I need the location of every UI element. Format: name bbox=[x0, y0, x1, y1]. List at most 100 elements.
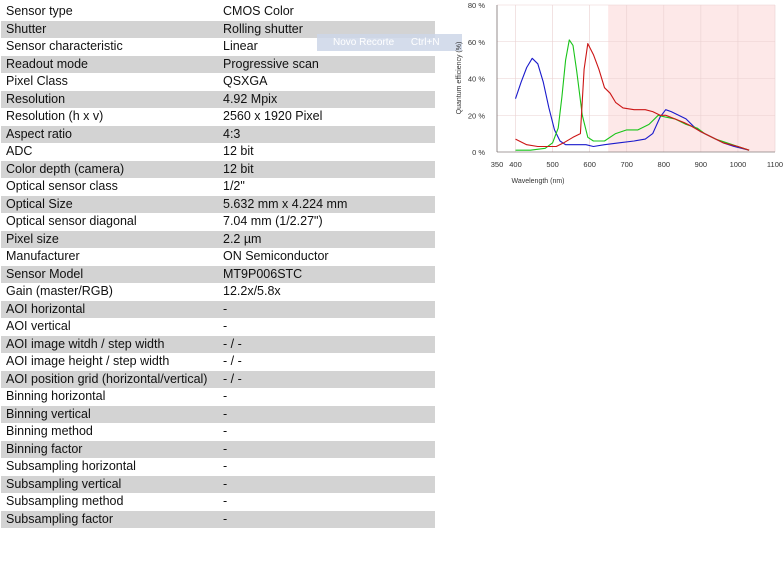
spec-row: AOI horizontal - bbox=[1, 300, 435, 318]
spec-label: Shutter bbox=[1, 20, 218, 38]
spec-label: Binning method bbox=[1, 423, 218, 441]
x-tick-label: 900 bbox=[695, 160, 708, 169]
new-snip-label: Novo Recorte bbox=[333, 37, 395, 48]
spec-value: - bbox=[218, 388, 435, 406]
spec-label: ADC bbox=[1, 143, 218, 161]
x-tick-label: 1100 bbox=[767, 160, 783, 169]
spec-label: Pixel size bbox=[1, 230, 218, 248]
spec-label: Sensor Model bbox=[1, 265, 218, 283]
spec-row: Readout mode Progressive scan bbox=[1, 55, 435, 73]
y-tick-label: 40 % bbox=[468, 75, 485, 84]
spec-row: Manufacturer ON Semiconductor bbox=[1, 248, 435, 266]
spec-label: Optical Size bbox=[1, 195, 218, 213]
y-tick-label: 0 % bbox=[472, 148, 485, 157]
spec-row: Sensor type CMOS Color bbox=[1, 3, 435, 21]
spec-label: Subsampling method bbox=[1, 493, 218, 511]
sensor-spec-table: Sensor type CMOS Color Shutter Rolling shut… bbox=[1, 3, 435, 528]
spec-label: Binning horizontal bbox=[1, 388, 218, 406]
spec-label: AOI image height / step width bbox=[1, 353, 218, 371]
spec-label: Subsampling horizontal bbox=[1, 458, 218, 476]
spec-value: 4.92 Mpix bbox=[218, 90, 435, 108]
spec-value: CMOS Color bbox=[218, 3, 435, 21]
spec-row: Pixel size 2.2 µm bbox=[1, 230, 435, 248]
spec-label: Optical sensor diagonal bbox=[1, 213, 218, 231]
spec-value: 12 bit bbox=[218, 143, 435, 161]
x-tick-label: 700 bbox=[620, 160, 633, 169]
spec-label: Aspect ratio bbox=[1, 125, 218, 143]
x-tick-label: 600 bbox=[583, 160, 596, 169]
spec-row: ADC 12 bit bbox=[1, 143, 435, 161]
spec-value: - bbox=[218, 300, 435, 318]
spec-label: AOI vertical bbox=[1, 318, 218, 336]
spec-label: Sensor type bbox=[1, 3, 218, 21]
spec-value: - bbox=[218, 405, 435, 423]
spec-label: Sensor characteristic bbox=[1, 38, 218, 56]
spec-row: Aspect ratio 4:3 bbox=[1, 125, 435, 143]
spec-label: Subsampling vertical bbox=[1, 475, 218, 493]
spec-row: Binning method - bbox=[1, 423, 435, 441]
spec-row: Binning factor - bbox=[1, 440, 435, 458]
spec-value: QSXGA bbox=[218, 73, 435, 91]
spec-row: Optical Size 5.632 mm x 4.224 mm bbox=[1, 195, 435, 213]
spec-label: AOI horizontal bbox=[1, 300, 218, 318]
spec-value: - bbox=[218, 458, 435, 476]
y-tick-label: 20 % bbox=[468, 111, 485, 120]
x-tick-label: 500 bbox=[546, 160, 559, 169]
x-tick-label: 1000 bbox=[730, 160, 747, 169]
spec-value: - bbox=[218, 423, 435, 441]
spec-label: Resolution bbox=[1, 90, 218, 108]
y-tick-label: 60 % bbox=[468, 38, 485, 47]
spec-row: Binning vertical - bbox=[1, 405, 435, 423]
spec-value: - bbox=[218, 493, 435, 511]
spec-value: 2.2 µm bbox=[218, 230, 435, 248]
spec-row: Subsampling horizontal - bbox=[1, 458, 435, 476]
spec-value: 2560 x 1920 Pixel bbox=[218, 108, 435, 126]
spec-row: AOI position grid (horizontal/vertical) -… bbox=[1, 370, 435, 388]
spec-value: 4:3 bbox=[218, 125, 435, 143]
spec-value: - bbox=[218, 475, 435, 493]
spec-label: Binning vertical bbox=[1, 405, 218, 423]
spec-value: 5.632 mm x 4.224 mm bbox=[218, 195, 435, 213]
spec-row: Color depth (camera) 12 bit bbox=[1, 160, 435, 178]
spec-row: Gain (master/RGB) 12.2x/5.8x bbox=[1, 283, 435, 301]
spec-value: 12.2x/5.8x bbox=[218, 283, 435, 301]
spec-label: AOI image witdh / step width bbox=[1, 335, 218, 353]
spec-value: - bbox=[218, 510, 435, 528]
spec-value: 12 bit bbox=[218, 160, 435, 178]
spec-row: Subsampling vertical - bbox=[1, 475, 435, 493]
spec-row: Sensor Model MT9P006STC bbox=[1, 265, 435, 283]
x-axis-label: Wavelength (nm) bbox=[511, 178, 564, 185]
spec-label: Optical sensor class bbox=[1, 178, 218, 196]
spec-value: - / - bbox=[218, 353, 435, 371]
spec-label: Resolution (h x v) bbox=[1, 108, 218, 126]
spec-row: Subsampling factor - bbox=[1, 510, 435, 528]
spec-table-body: Sensor type CMOS Color Shutter Rolling shut… bbox=[1, 3, 435, 528]
spec-row: AOI image height / step width - / - bbox=[1, 353, 435, 371]
quantum-efficiency-chart: 350 400 500 600 700 800 900 1000 1100 0 % 20 % 40 %… bbox=[456, 1, 783, 185]
spec-value: ON Semiconductor bbox=[218, 248, 435, 266]
spec-label: Gain (master/RGB) bbox=[1, 283, 218, 301]
new-snip-shortcut: Ctrl+N bbox=[410, 37, 440, 48]
spec-label: Subsampling factor bbox=[1, 510, 218, 528]
spec-label: Binning factor bbox=[1, 440, 218, 458]
spec-label: Manufacturer bbox=[1, 248, 218, 266]
y-axis-label: Quantum efficiency (%) bbox=[456, 42, 463, 115]
spec-value: - / - bbox=[218, 335, 435, 353]
spec-row: Binning horizontal - bbox=[1, 388, 435, 406]
spec-row: Subsampling method - bbox=[1, 493, 435, 511]
new-snip-tooltip[interactable]: Novo Recorte Ctrl+N bbox=[317, 34, 462, 51]
spec-row: Optical sensor diagonal 7.04 mm (1/2.27") bbox=[1, 213, 435, 231]
x-tick-label: 800 bbox=[658, 160, 671, 169]
spec-row: Pixel Class QSXGA bbox=[1, 73, 435, 91]
spec-value: - bbox=[218, 440, 435, 458]
spec-row: Optical sensor class 1/2" bbox=[1, 178, 435, 196]
spec-label: Color depth (camera) bbox=[1, 160, 218, 178]
spec-value: 7.04 mm (1/2.27") bbox=[218, 213, 435, 231]
y-tick-label: 80 % bbox=[468, 1, 485, 10]
x-tick-label: 400 bbox=[509, 160, 522, 169]
spec-value: - / - bbox=[218, 370, 435, 388]
spec-label: Readout mode bbox=[1, 55, 218, 73]
spec-row: AOI vertical - bbox=[1, 318, 435, 336]
spec-value: MT9P006STC bbox=[218, 265, 435, 283]
spec-row: AOI image witdh / step width - / - bbox=[1, 335, 435, 353]
